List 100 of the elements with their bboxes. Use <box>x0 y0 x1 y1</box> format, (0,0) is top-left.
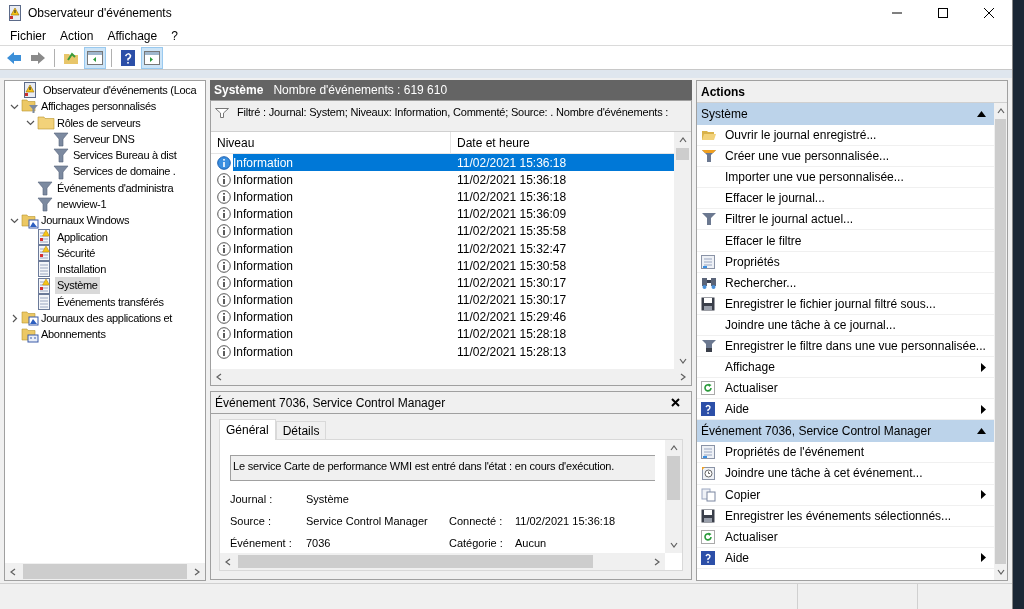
tree-item[interactable]: Affichages personnalisés <box>39 98 158 115</box>
action-link[interactable]: Effacer le journal... <box>725 189 825 208</box>
toolbar-button[interactable] <box>84 46 106 69</box>
tree-item[interactable]: Services Bureau à dist <box>71 147 179 164</box>
filter-icon <box>53 147 69 164</box>
level-cell-text: Information <box>233 154 295 172</box>
action-link[interactable]: Actualiser <box>725 527 778 546</box>
tree-item[interactable]: Journaux des applications et <box>39 310 175 327</box>
scrollbar-thumb[interactable] <box>995 119 1006 564</box>
folder-icon <box>63 50 79 65</box>
tree-item[interactable]: newview-1 <box>55 196 109 213</box>
open-folder-icon <box>701 128 717 143</box>
action-link[interactable]: Enregistrer le filtre dans une vue personnalisée... <box>725 337 986 355</box>
info-icon <box>217 258 231 273</box>
action-link[interactable]: Propriétés de l'événement <box>725 443 865 462</box>
section-title: Système <box>701 106 748 123</box>
action-link[interactable]: Créer une vue personnalisée... <box>725 147 890 166</box>
scrollbar-thumb[interactable] <box>676 148 689 160</box>
action-link[interactable]: Ouvrir le journal enregistré... <box>725 126 877 145</box>
action-link[interactable]: Effacer le filtre <box>725 231 802 250</box>
column-header[interactable]: Niveau <box>211 132 451 153</box>
action-link[interactable]: Joindre une tâche à cet événement... <box>725 464 923 483</box>
action-link[interactable]: Affichage <box>725 358 775 377</box>
back-arrow-icon <box>6 50 22 65</box>
info-icon <box>217 310 231 325</box>
folder-icon <box>37 114 55 131</box>
section-header[interactable]: Événement 7036, Service Control Manager <box>697 420 994 443</box>
tree-item[interactable]: Application <box>55 228 110 246</box>
action-link[interactable]: Importer une vue personnalisée... <box>725 168 904 187</box>
tab[interactable]: Détails <box>275 421 327 439</box>
menu-item[interactable]: Affichage <box>100 26 165 45</box>
tab[interactable]: Général <box>219 419 276 440</box>
action-link[interactable]: Rechercher... <box>725 273 797 292</box>
log-title: Système <box>214 82 264 99</box>
action-link[interactable]: Propriétés <box>725 252 780 271</box>
menu-item[interactable]: Fichier <box>3 26 53 45</box>
expanded-chevron-icon[interactable] <box>10 216 19 225</box>
event-row[interactable]: Information 11/02/2021 15:28:13 <box>233 343 674 361</box>
action-link[interactable]: Enregistrer le fichier journal filtré sous... <box>725 294 936 313</box>
tree-item[interactable]: Rôles de serveurs <box>55 114 143 131</box>
scrollbar-thumb[interactable] <box>238 555 593 568</box>
action-link[interactable]: Aide <box>725 400 750 419</box>
vertical-scrollbar[interactable] <box>665 440 682 553</box>
tree-item[interactable]: Installation <box>55 261 108 278</box>
action-link[interactable]: Filtrer le journal actuel... <box>725 210 854 229</box>
action-link[interactable]: Aide <box>725 548 750 567</box>
level-cell-text: Information <box>233 188 295 206</box>
event-row[interactable]: Information 11/02/2021 15:35:58 <box>233 222 674 240</box>
column-header[interactable]: Date et heure <box>451 132 674 153</box>
field-label: Connecté : <box>449 514 504 530</box>
collapsed-chevron-icon[interactable] <box>10 313 19 323</box>
menu-item[interactable]: ? <box>164 26 185 45</box>
horizontal-scrollbar[interactable] <box>211 369 691 385</box>
scrollbar-thumb[interactable] <box>23 564 187 579</box>
action-link[interactable]: Actualiser <box>725 379 778 398</box>
info-icon <box>217 344 231 359</box>
field-label: Catégorie : <box>449 536 504 552</box>
filter-icon <box>701 339 717 353</box>
tree-item[interactable]: Système <box>55 277 100 294</box>
event-row[interactable]: Information 11/02/2021 15:36:18 <box>233 188 674 206</box>
date-cell-text: 11/02/2021 15:30:58 <box>456 257 567 275</box>
action-link[interactable]: Enregistrer les événements sélectionnés... <box>725 506 952 525</box>
collapse-triangle-icon[interactable] <box>977 428 986 435</box>
vertical-scrollbar[interactable] <box>994 103 1007 580</box>
section-header[interactable]: Système <box>697 103 994 125</box>
tree-item[interactable]: Événements d'administra <box>55 179 176 197</box>
horizontal-scrollbar[interactable] <box>220 553 665 570</box>
event-row[interactable]: Information 11/02/2021 15:36:18 <box>233 171 674 189</box>
tree-item[interactable]: Journaux Windows <box>39 212 132 229</box>
field-label: Source : <box>230 514 272 530</box>
toolbar-button[interactable] <box>141 46 163 69</box>
event-row[interactable]: Information 11/02/2021 15:28:18 <box>233 325 674 344</box>
tree-item[interactable]: Sécurité <box>55 244 97 262</box>
vertical-scrollbar[interactable] <box>674 132 691 369</box>
collapse-triangle-icon[interactable] <box>977 111 986 117</box>
tree-item[interactable]: Observateur d'événements (Loca <box>41 81 199 99</box>
close-button[interactable] <box>669 396 681 409</box>
tree-item[interactable]: Services de domaine . <box>71 163 178 180</box>
field-value: Aucun <box>515 536 547 552</box>
tree-item[interactable]: Serveur DNS <box>71 130 137 148</box>
action-link[interactable]: Copier <box>725 485 761 504</box>
event-row[interactable]: Information 11/02/2021 15:32:47 <box>233 239 674 258</box>
event-row[interactable]: Information 11/02/2021 15:36:09 <box>233 205 674 223</box>
date-cell-text: 11/02/2021 15:36:18 <box>456 154 567 172</box>
action-link[interactable]: Joindre une tâche à ce journal... <box>725 315 896 334</box>
event-row[interactable]: Information 11/02/2021 15:30:17 <box>233 291 674 309</box>
event-count: Nombre d'événements : 619 610 <box>273 82 448 99</box>
event-row[interactable]: Information 11/02/2021 15:30:58 <box>233 257 674 275</box>
event-row[interactable]: Information 11/02/2021 15:30:17 <box>233 274 674 292</box>
scrollbar-thumb[interactable] <box>667 456 680 500</box>
tree-item[interactable]: Abonnements <box>39 326 108 343</box>
help-icon <box>701 402 715 417</box>
horizontal-scrollbar[interactable] <box>5 563 205 580</box>
event-row[interactable]: Information 11/02/2021 15:29:46 <box>233 308 674 326</box>
field-value: 7036 <box>306 536 331 552</box>
tree-item[interactable]: Événements transférés <box>55 293 166 311</box>
event-row[interactable]: Information 11/02/2021 15:36:18 <box>233 154 674 172</box>
expanded-chevron-icon[interactable] <box>26 118 35 128</box>
menu-item[interactable]: Action <box>53 26 101 45</box>
folder-log-icon <box>21 212 39 229</box>
